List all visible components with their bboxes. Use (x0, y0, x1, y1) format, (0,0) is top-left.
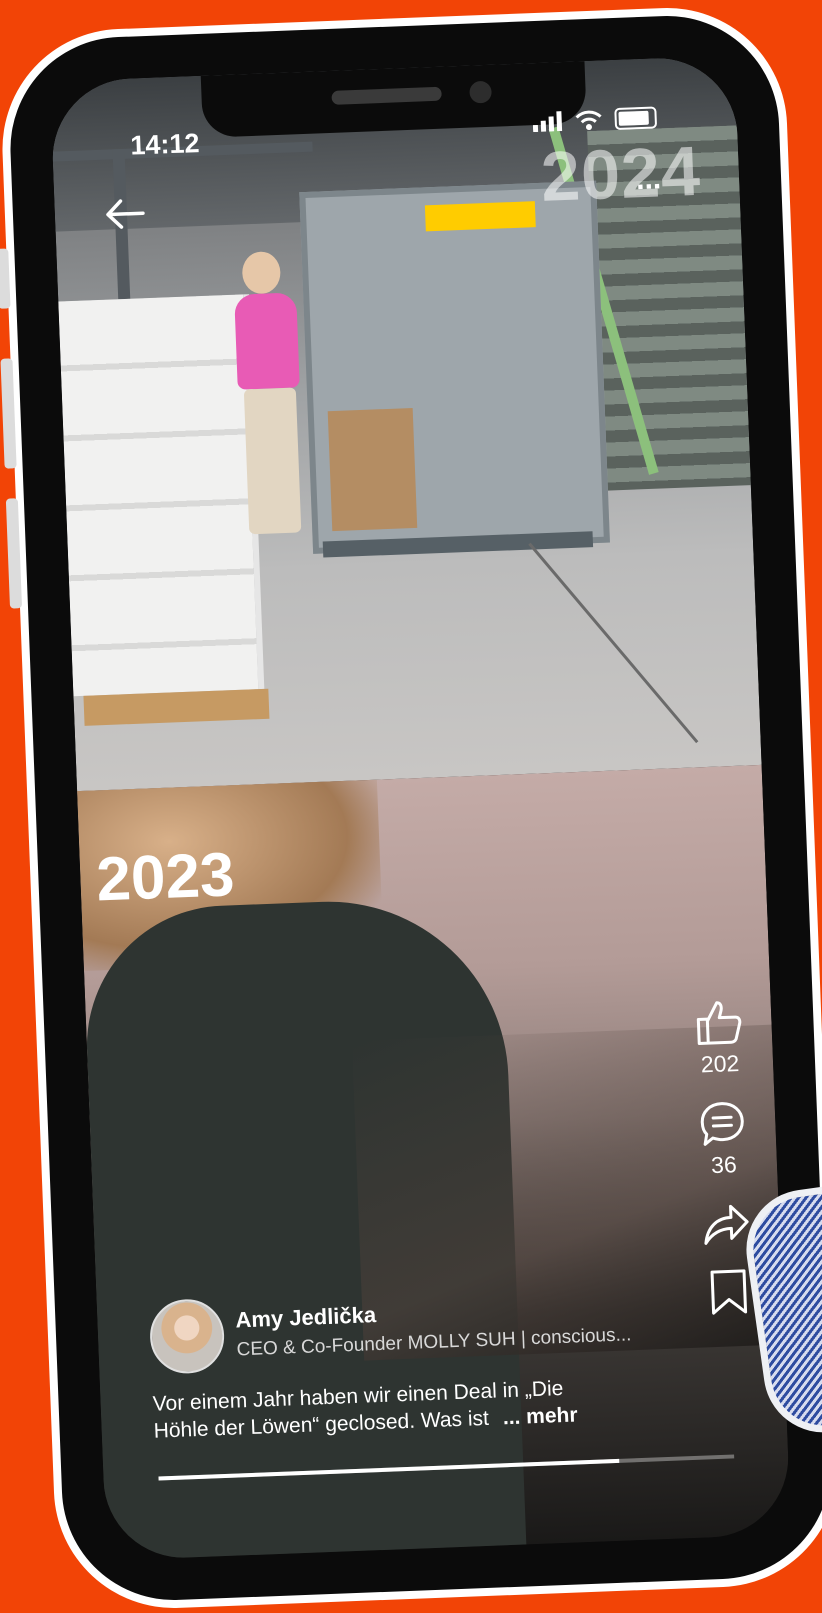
person-head (241, 251, 282, 295)
status-time: 14:12 (129, 128, 200, 161)
like-button[interactable]: 202 (692, 996, 745, 1079)
year-overlay-dots: ... (635, 162, 662, 197)
front-camera (468, 80, 492, 104)
speaker (330, 86, 442, 105)
phone-body: 14:12 2024 ... 2023 202 36 Amy Jedlička … (6, 11, 822, 1605)
phone-side-button (0, 248, 11, 309)
comment-button[interactable]: 36 (697, 1099, 748, 1180)
cart-label (424, 201, 536, 232)
thumbs-up-icon (696, 1001, 742, 1045)
author-text: Amy Jedlička CEO & Co-Founder MOLLY SUH … (235, 1292, 632, 1361)
person-sweater (234, 292, 300, 390)
comment-count: 36 (710, 1151, 738, 1179)
pallet-base (83, 688, 270, 726)
person-legs (243, 387, 302, 535)
screen: 14:12 2024 ... 2023 202 36 Amy Jedlička … (49, 55, 792, 1561)
bookmark-icon (710, 1269, 748, 1315)
signal-icon (532, 111, 563, 133)
share-button[interactable] (700, 1200, 752, 1248)
year-overlay-bottom: 2023 (95, 840, 236, 915)
phone-volume-up (0, 358, 17, 469)
wifi-icon (575, 110, 602, 131)
back-button[interactable] (102, 196, 147, 237)
avatar[interactable] (148, 1297, 226, 1375)
save-button[interactable] (708, 1268, 750, 1318)
floor-marking (528, 542, 699, 744)
phone-frame: 14:12 2024 ... 2023 202 36 Amy Jedlička … (0, 3, 822, 1613)
cardboard-box (327, 408, 418, 532)
year-overlay-top: 2024 (539, 131, 703, 216)
phone-volume-down (5, 498, 23, 609)
comment-icon (700, 1102, 744, 1146)
like-count: 202 (700, 1049, 740, 1078)
battery-icon (614, 106, 658, 131)
arrow-left-icon (106, 199, 145, 229)
more-link[interactable]: ... mehr (502, 1403, 578, 1429)
paper-pallet (58, 294, 265, 697)
share-icon (704, 1204, 749, 1245)
